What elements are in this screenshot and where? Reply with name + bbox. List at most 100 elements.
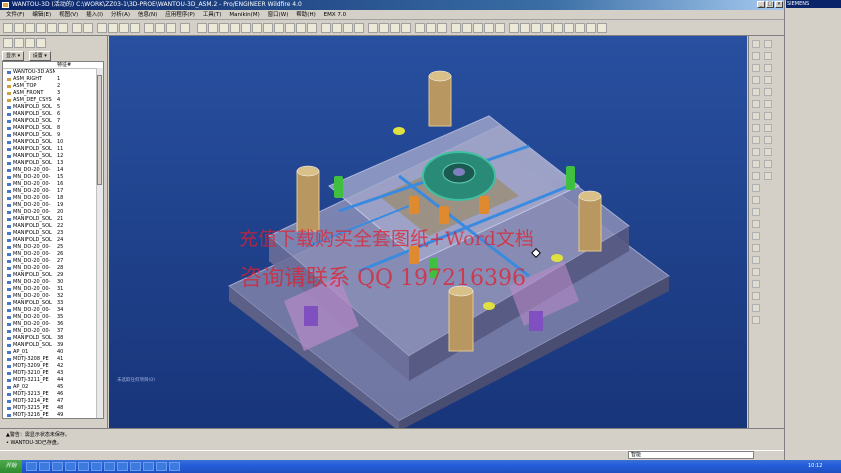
round-tool-icon[interactable] [752, 124, 760, 132]
taskbar-app-11[interactable] [156, 462, 167, 471]
menu-info[interactable]: 信息(N) [138, 10, 157, 20]
tree-row[interactable]: MN_DO-20_00- 16 [3, 181, 103, 188]
datum-axis-tool-icon[interactable] [764, 40, 772, 48]
model-tree[interactable]: 特征# WANTOU-3D.ASM ASM_RIGHT 1 ASM_TOP 2 ASM_F… [2, 61, 104, 419]
settings-button[interactable]: 设置 ▾ [28, 51, 51, 61]
minimize-button[interactable]: _ [757, 1, 765, 8]
mold-tool-12-icon[interactable] [752, 292, 760, 300]
taskbar-app-4[interactable] [65, 462, 76, 471]
sketch-tool-icon[interactable] [752, 76, 760, 84]
taskbar-app-7[interactable] [104, 462, 115, 471]
tree-row[interactable]: MANIFOLD_SOL 13 [3, 160, 103, 167]
regenerate-icon[interactable] [144, 23, 154, 33]
tree-row[interactable]: MN_DO-20_00- 17 [3, 188, 103, 195]
taskbar-app-3[interactable] [52, 462, 63, 471]
tree-row[interactable]: AP_02 45 [3, 384, 103, 391]
tree-row[interactable]: ASM_RIGHT 1 [3, 76, 103, 83]
cooling-icon[interactable] [484, 23, 494, 33]
wireframe-icon[interactable] [321, 23, 331, 33]
dowel-icon[interactable] [553, 23, 563, 33]
revolve-tool-icon[interactable] [752, 88, 760, 96]
tree-row[interactable]: MN_DO-20_00- 37 [3, 328, 103, 335]
mold-tool-9-icon[interactable] [752, 256, 760, 264]
undo-icon[interactable] [72, 23, 82, 33]
repaint-icon[interactable] [197, 23, 207, 33]
datum-plane-tool-icon[interactable] [752, 40, 760, 48]
tree-row[interactable]: MANIFOLD_SOL 9 [3, 132, 103, 139]
taskbar-app-9[interactable] [130, 462, 141, 471]
tree-row[interactable]: MDTJ-3208_PE 41 [3, 356, 103, 363]
tree-row[interactable]: MN_DO-20_00- 25 [3, 244, 103, 251]
help-icon[interactable] [180, 23, 190, 33]
redo-icon[interactable] [83, 23, 93, 33]
show-button[interactable]: 显示 ▾ [2, 51, 25, 61]
zoom-in-icon[interactable] [241, 23, 251, 33]
slider-icon[interactable] [495, 23, 505, 33]
favorites-tab-icon[interactable] [25, 38, 35, 48]
pin-icon[interactable] [564, 23, 574, 33]
tree-row[interactable]: MANIFOLD_SOL 22 [3, 223, 103, 230]
extrude-tool-icon[interactable] [764, 76, 772, 84]
tree-row[interactable]: MANIFOLD_SOL 8 [3, 125, 103, 132]
tree-row[interactable]: MANIFOLD_SOL 12 [3, 153, 103, 160]
tree-row[interactable]: MDTJ-3213_PE 46 [3, 391, 103, 398]
mold-tool-10-icon[interactable] [752, 268, 760, 276]
tree-row[interactable]: MDTJ-3214_PE 47 [3, 398, 103, 405]
tree-row[interactable]: MANIFOLD_SOL 21 [3, 216, 103, 223]
bushing-icon[interactable] [575, 23, 585, 33]
view-manager-icon[interactable] [307, 23, 317, 33]
paste-icon[interactable] [119, 23, 129, 33]
mold-tool-11-icon[interactable] [752, 280, 760, 288]
tree-row[interactable]: MANIFOLD_SOL 5 [3, 104, 103, 111]
chamfer-tool-icon[interactable] [764, 124, 772, 132]
curvature-icon[interactable] [437, 23, 447, 33]
model-tree-tab-icon[interactable] [3, 38, 13, 48]
zoom-out-icon[interactable] [252, 23, 262, 33]
mirror-tool-icon[interactable] [764, 136, 772, 144]
mold-tool-5-icon[interactable] [752, 208, 760, 216]
mold-base-icon[interactable] [462, 23, 472, 33]
tree-row[interactable]: MN_DO-20_00- 26 [3, 251, 103, 258]
mold-tool-6-icon[interactable] [752, 220, 760, 228]
taskbar-app-12[interactable] [169, 462, 180, 471]
mold-tool-4-icon[interactable] [752, 196, 760, 204]
drawing-icon[interactable] [520, 23, 530, 33]
taskbar-app-1[interactable] [26, 462, 37, 471]
email-link-icon[interactable] [58, 23, 68, 33]
tree-row[interactable]: MN_DO-20_00- 30 [3, 279, 103, 286]
tree-row[interactable]: MN_DO-20_00- 20 [3, 209, 103, 216]
tree-row[interactable]: MN_DO-20_00- 19 [3, 202, 103, 209]
tree-row[interactable]: MDTJ-3211_PE 44 [3, 377, 103, 384]
new-file-icon[interactable] [3, 23, 13, 33]
tree-row[interactable]: AP_01 40 [3, 349, 103, 356]
pattern-tool-icon[interactable] [752, 136, 760, 144]
menu-tools[interactable]: 工具(T) [203, 10, 222, 20]
select-box-icon[interactable] [166, 23, 176, 33]
menu-window[interactable]: 窗口(W) [268, 10, 289, 20]
tree-row[interactable]: ASM_FRONT 3 [3, 90, 103, 97]
paste-special-icon[interactable] [130, 23, 140, 33]
taskbar-app-10[interactable] [143, 462, 154, 471]
datum-point-tool-icon[interactable] [764, 52, 772, 60]
orient-icon[interactable] [208, 23, 218, 33]
tree-row[interactable]: MN_DO-20_00- 34 [3, 307, 103, 314]
menu-file[interactable]: 文件(F) [6, 10, 24, 20]
tree-row[interactable]: MANIFOLD_SOL 23 [3, 230, 103, 237]
tree-row[interactable]: MDTJ-3216_PE 49 [3, 412, 103, 418]
reorient-icon[interactable] [274, 23, 284, 33]
taskbar-app-5[interactable] [78, 462, 89, 471]
coordinate-systems-icon[interactable] [401, 23, 411, 33]
no-hidden-icon[interactable] [343, 23, 353, 33]
mold-tool-1-icon[interactable] [752, 172, 760, 180]
tree-row[interactable]: MN_DO-20_00- 27 [3, 258, 103, 265]
create-component-icon[interactable] [764, 160, 772, 168]
datum-axes-icon[interactable] [379, 23, 389, 33]
shading-icon[interactable] [354, 23, 364, 33]
menu-applications[interactable]: 应用程序(P) [165, 10, 195, 20]
menu-help[interactable]: 帮助(H) [296, 10, 315, 20]
selection-filter-select[interactable]: 智能 [628, 451, 754, 459]
tree-row[interactable]: ASM_DEF_CSYS 4 [3, 97, 103, 104]
tree-row[interactable]: MN_DO-20_00- 32 [3, 293, 103, 300]
mold-layout-icon[interactable] [451, 23, 461, 33]
menu-manikin[interactable]: Manikin(M) [229, 10, 259, 20]
